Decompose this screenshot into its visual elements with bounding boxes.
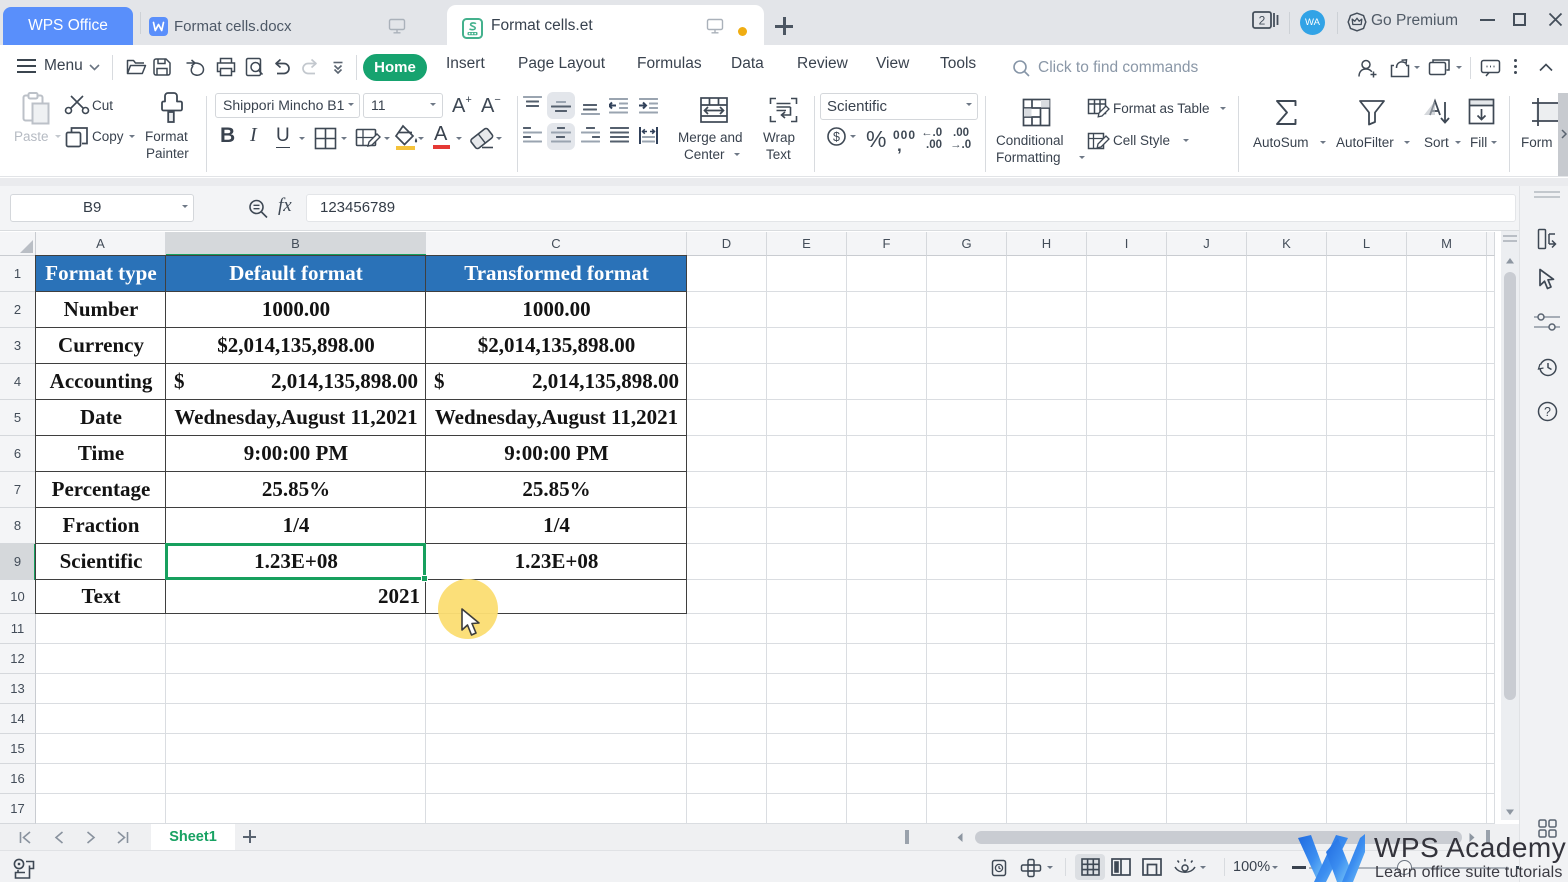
svg-text:$: $ (833, 130, 840, 144)
svg-text:?: ? (1544, 405, 1551, 419)
svg-text:2: 2 (1259, 14, 1266, 28)
